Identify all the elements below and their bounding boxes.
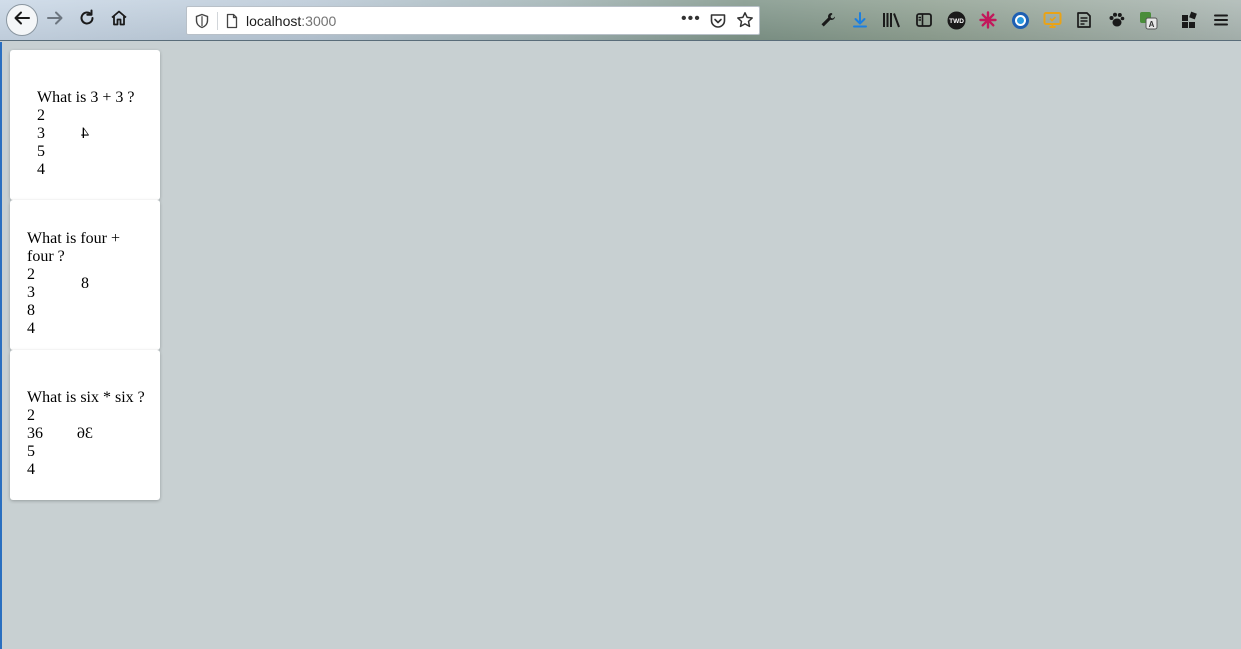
address-bar-divider [217,12,218,30]
forward-button[interactable] [40,5,70,35]
reload-button[interactable] [72,5,102,35]
puzzle-icon[interactable] [978,10,998,30]
url-port: :3000 [301,13,337,29]
home-button[interactable] [104,5,134,35]
choice-option[interactable]: 4 [27,320,35,338]
choice-option[interactable]: 4 [27,461,43,479]
choice-option[interactable]: 4 [37,161,45,179]
svg-text:TWD: TWD [949,18,964,25]
svg-text:A: A [1148,20,1154,29]
answer-text: 36 [77,425,93,442]
choice-option[interactable]: 8 [27,302,35,320]
choice-option[interactable]: 2 [27,266,35,284]
page-icon[interactable] [224,13,240,34]
translate-icon[interactable]: A [1138,10,1158,30]
question-card: What is four + four ? 2 3 8 4 8 [10,200,160,350]
apps-icon[interactable] [1179,10,1199,30]
choice-option[interactable]: 2 [27,407,43,425]
globe-icon[interactable] [1010,10,1030,30]
star-icon[interactable] [736,11,754,34]
question-text: What is six * six ? [27,389,145,406]
choice-option[interactable]: 2 [37,107,45,125]
choice-list: 2 36 5 4 [27,407,43,479]
choice-option[interactable]: 5 [27,443,43,461]
arrow-left-icon [13,9,31,32]
choice-list: 2 3 5 4 [37,107,45,179]
url-host: localhost [246,13,302,29]
page-content: What is 3 + 3 ? 2 3 5 4 4 What is four +… [2,42,1241,649]
page-actions-button[interactable]: ••• [681,10,701,28]
answer-text: 4 [81,125,89,142]
question-card: What is six * six ? 2 36 5 4 36 [10,350,160,500]
menu-icon[interactable] [1211,10,1231,30]
arrow-right-icon [46,9,64,32]
browser-toolbar: localhost:3000 ••• TWD A [0,0,1241,41]
download-icon[interactable] [850,10,870,30]
notes-icon[interactable] [1074,10,1094,30]
back-button[interactable] [6,4,38,36]
pocket-icon[interactable] [709,12,727,35]
question-card: What is 3 + 3 ? 2 3 5 4 4 [10,50,160,200]
choice-option[interactable]: 5 [37,143,45,161]
tracking-shield-icon[interactable] [194,13,210,34]
answer-text: 8 [81,275,89,292]
question-text: What is four + four ? [27,230,120,265]
reload-icon [78,9,96,32]
monitor-icon[interactable] [1042,10,1062,30]
address-bar[interactable]: localhost:3000 ••• [186,6,760,35]
question-text: What is 3 + 3 ? [37,89,135,106]
sidebar-icon[interactable] [914,10,934,30]
choice-list: 2 3 8 4 [27,266,35,338]
home-icon [110,9,128,32]
choice-option[interactable]: 3 [27,284,35,302]
choice-option[interactable]: 3 [37,125,45,143]
wrench-icon[interactable] [818,10,838,30]
library-icon[interactable] [882,10,902,30]
paw-icon[interactable] [1106,10,1126,30]
twd-icon[interactable]: TWD [946,10,966,30]
url-text[interactable]: localhost:3000 [246,13,336,29]
choice-option[interactable]: 36 [27,425,43,443]
